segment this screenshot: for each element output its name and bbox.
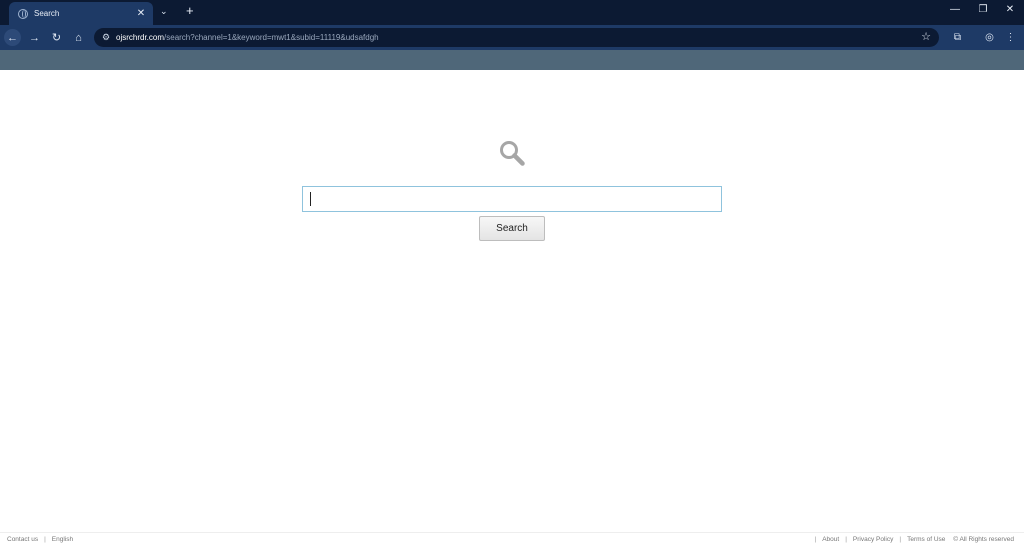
about-link[interactable]: About <box>822 536 839 543</box>
close-window-icon[interactable]: ✕ <box>1001 4 1019 15</box>
new-tab-plus-icon[interactable]: + <box>186 3 194 18</box>
tab-bar: Search ✕ ⌄ + — ❐ ✕ <box>0 0 1024 25</box>
privacy-policy-link[interactable]: Privacy Policy <box>853 536 893 543</box>
url-path: /search?channel=1&keyword=mwt1&subid=111… <box>164 33 379 42</box>
back-arrow-icon[interactable]: ← <box>4 29 21 46</box>
restore-icon[interactable]: ❐ <box>974 4 992 15</box>
globe-icon <box>18 8 28 19</box>
footer-separator: | <box>845 536 847 543</box>
language-link[interactable]: English <box>52 536 73 543</box>
forward-arrow-icon[interactable]: → <box>26 29 43 46</box>
menu-kebab-icon[interactable]: ⋮ <box>1002 29 1019 46</box>
footer-separator: | <box>44 536 46 543</box>
text-caret <box>310 192 311 206</box>
footer-left: Contact us | English <box>7 536 73 543</box>
url-host: ojsrchrdr.com <box>116 33 165 42</box>
search-input[interactable] <box>302 186 722 212</box>
rights-text: © All Rights reserved <box>953 536 1014 543</box>
home-icon[interactable]: ⌂ <box>70 29 87 46</box>
footer-right: | About | Privacy Policy | Terms of Use © All… <box>809 536 1014 543</box>
profile-icon[interactable]: ◎ <box>981 29 998 46</box>
tab-list-chevron-icon[interactable]: ⌄ <box>160 6 168 17</box>
minimize-icon[interactable]: — <box>946 4 964 15</box>
bookmark-star-icon[interactable]: ☆ <box>921 30 931 43</box>
reload-icon[interactable]: ↻ <box>48 29 65 46</box>
tab-title: Search <box>34 9 60 18</box>
browser-toolbar: ← → ↻ ⌂ ⚙ ojsrchrdr.com /search?channel=… <box>0 25 1024 50</box>
footer-separator: | <box>899 536 902 543</box>
tab-search[interactable]: Search ✕ <box>9 2 153 25</box>
bookmark-strip <box>0 50 1024 70</box>
page-footer: Contact us | English | About | Privacy Policy… <box>0 532 1024 547</box>
extensions-icon[interactable]: ⧉ <box>949 29 966 46</box>
search-button[interactable]: Search <box>479 216 545 241</box>
site-info-icon[interactable]: ⚙ <box>100 32 112 43</box>
footer-separator: | <box>814 536 817 543</box>
address-bar[interactable]: ⚙ ojsrchrdr.com /search?channel=1&keywor… <box>94 28 939 47</box>
magnifier-icon <box>500 141 525 166</box>
terms-of-use-link[interactable]: Terms of Use <box>907 536 945 543</box>
tab-close-icon[interactable]: ✕ <box>133 8 149 19</box>
contact-us-link[interactable]: Contact us <box>7 536 38 543</box>
